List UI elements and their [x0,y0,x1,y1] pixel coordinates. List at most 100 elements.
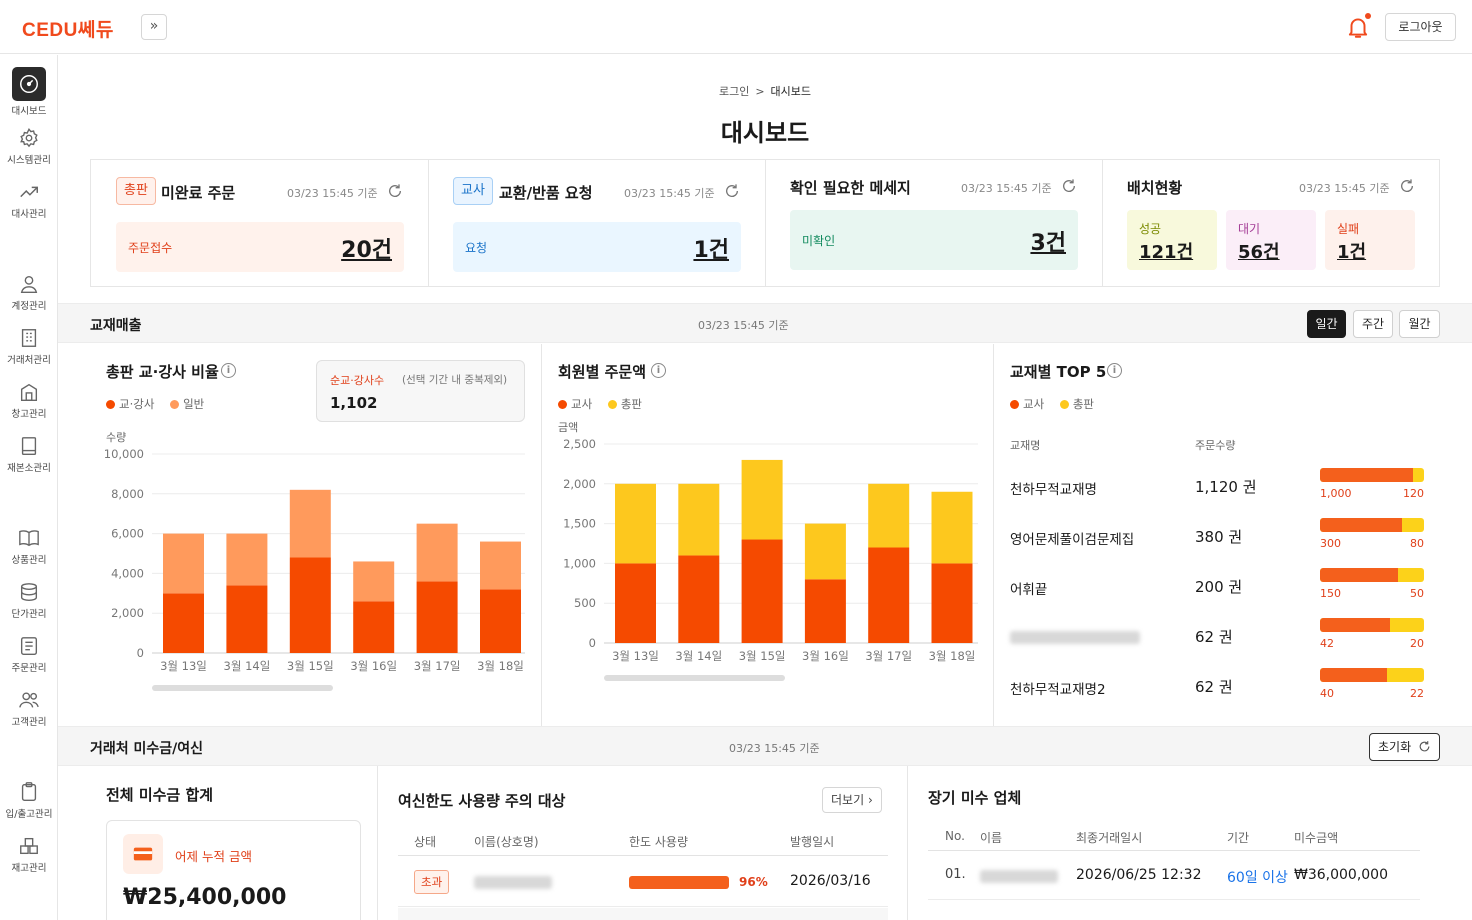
sidebar-item-warehouse[interactable]: 창고관리 [0,381,58,420]
top5-row[interactable]: 62 권 42 20 [1010,618,1428,650]
messages-value[interactable]: 3건 [1030,225,1066,257]
horizontal-scrollbar[interactable] [152,685,333,691]
period-weekly-button[interactable]: 주간 [1353,310,1393,338]
sidebar-item-price[interactable]: 단가관리 [0,581,58,620]
top5-row[interactable]: 어휘끝 200 권 150 50 [1010,568,1428,600]
info-icon[interactable]: i [651,363,666,378]
batch-wait-value[interactable]: 56건 [1238,238,1280,264]
logout-button[interactable]: 로그아웃 [1385,13,1456,41]
sidebar-item-stock[interactable]: 재고관리 [0,835,58,874]
info-icon[interactable]: i [1107,363,1122,378]
chevron-right-icon: › [867,793,873,807]
bar-총판 [678,483,720,556]
panel-title: 교재별 TOP 5 [1010,363,1107,381]
sidebar-item-reconcile[interactable]: 대사관리 [0,181,58,220]
legend-item: 교·강사 [106,397,154,411]
pending-orders-box[interactable]: 주문접수 20건 [116,222,404,272]
table-row[interactable]: 초과 96% 2026/03/16 [398,857,888,907]
sidebar-item-customer[interactable]: 고객관리 [0,689,58,728]
info-icon[interactable]: i [221,363,236,378]
teacher-count-summary: 순교·강사수 (선택 기간 내 중복제외) 1,102 [316,360,525,422]
card-title: 미완료 주문 [161,184,236,202]
sidebar-item-account[interactable]: 계정관리 [0,273,58,312]
batch-wait[interactable]: 대기 56건 [1226,210,1316,270]
sidebar-item-inout[interactable]: 입/출고관리 [0,781,58,820]
bar-총판 [741,459,783,540]
sidebar-item-binder[interactable]: 재본소관리 [0,435,58,474]
expand-sidebar-button[interactable]: » [141,14,167,40]
period-daily-button[interactable]: 일간 [1307,310,1346,338]
x-tick-label: 3월 15일 [739,649,786,663]
total-receivable-card: 어제 누적 금액 ₩25,400,000 [106,820,361,920]
col-header: 최종거래일시 [1076,831,1143,845]
exchange-requests-value[interactable]: 1건 [693,232,729,264]
refresh-icon[interactable] [1061,178,1077,194]
teacher-bar-fill [1320,468,1413,482]
batch-success-value[interactable]: 121건 [1139,238,1193,264]
card-messages: 확인 필요한 메세지 03/23 15:45 기준 미확인 3건 [766,160,1103,286]
col-header-qty: 주문수량 [1195,439,1236,452]
batch-fail[interactable]: 실패 1건 [1325,210,1415,270]
sidebar-item-product[interactable]: 상품관리 [0,527,58,566]
ratio-bar [1320,618,1424,632]
top5-row[interactable]: 천하무적교재명2 62 권 40 22 [1010,668,1428,700]
col-header: 한도 사용량 [629,835,689,849]
panel-title: 전체 미수금 합계 [106,786,214,804]
more-button[interactable]: 더보기 › [822,787,882,813]
y-tick-label: 10,000 [104,447,144,461]
refresh-icon[interactable] [724,183,740,199]
top5-row[interactable]: 천하무적교재명 1,120 권 1,000 120 [1010,468,1428,500]
top5-panel: 교재별 TOP 5 i 교사 총판 교재명 주문수량 천하무적교재명 1,120 … [994,344,1472,726]
section-title: 거래처 미수금/여신 [90,741,204,757]
bar-교·강사 [416,581,458,653]
teacher-bar-fill [1320,618,1391,632]
y-tick-label: 6,000 [111,527,144,541]
table-row[interactable]: 01. 2026/06/25 12:32 60일 이상 ₩36,000,000 [928,852,1420,900]
top5-row[interactable]: 영어문제풀이검문제집 380 권 300 80 [1010,518,1428,550]
sidebar-item-client[interactable]: 거래처관리 [0,327,58,366]
breadcrumb-home[interactable]: 로그인 [719,85,749,98]
legend-label: 총판 [1072,397,1094,411]
sidebar-item-order[interactable]: 주문관리 [0,635,58,674]
y-tick-label: 4,000 [111,566,144,580]
card-box-label: 미확인 [802,234,836,248]
refresh-icon[interactable] [1399,178,1415,194]
credit-card-icon [133,847,153,861]
order-qty: 1,120 권 [1195,478,1257,496]
breadcrumb-separator: > [755,85,765,98]
refresh-icon[interactable] [387,183,403,199]
book-name: 천하무적교재명 [1010,482,1097,498]
sidebar-item-dashboard[interactable]: 대시보드 [0,67,58,117]
legend-label: 교·강사 [119,397,155,411]
pending-orders-value[interactable]: 20건 [341,232,392,264]
sidebar-label: 거래처관리 [7,355,51,366]
card-time: 03/23 15:45 기준 [961,182,1052,195]
batch-fail-label: 실패 [1337,222,1360,236]
section-time: 03/23 15:45 기준 [729,742,820,755]
table-row[interactable] [398,908,888,920]
distributor-count: 80 [1410,537,1424,550]
legend-label: 일반 [183,397,205,411]
exchange-requests-box[interactable]: 요청 1건 [453,222,741,272]
book-name: 영어문제풀이검문제집 [1010,532,1135,548]
messages-box[interactable]: 미확인 3건 [790,210,1078,270]
summary-cards: 총판 미완료 주문 03/23 15:45 기준 주문접수 20건 교사 교환/… [90,159,1440,287]
y-tick-label: 2,000 [111,606,144,620]
legend-dot [1010,400,1019,409]
reset-label: 초기화 [1378,740,1412,754]
batch-success[interactable]: 성공 121건 [1127,210,1217,270]
row-number: 01. [945,867,966,882]
col-header: 상태 [414,835,437,849]
sidebar-item-system[interactable]: 시스템관리 [0,127,58,166]
sidebar-label: 입/출고관리 [5,809,53,820]
reset-button[interactable]: 초기화 [1369,733,1440,761]
y-tick-label: 8,000 [111,487,144,501]
ratio-bar [1320,518,1424,532]
batch-fail-value[interactable]: 1건 [1337,238,1366,264]
breadcrumb-current: 대시보드 [770,85,812,98]
logo[interactable]: CEDU쎄듀 [22,15,114,42]
horizontal-scrollbar[interactable] [604,675,785,681]
distributor-count: 22 [1410,687,1424,700]
period-monthly-button[interactable]: 월간 [1399,310,1440,338]
member-chart-panel: 회원별 주문액 i 교사 총판 금액 2,500 2,000 1,500 1,000 50… [542,344,994,726]
